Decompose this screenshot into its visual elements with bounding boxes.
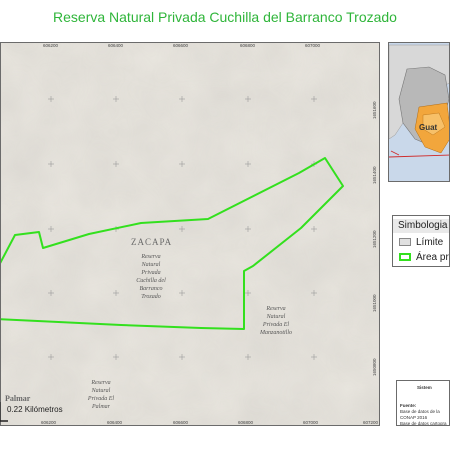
legend-swatch-area bbox=[399, 253, 411, 262]
scale-label: 0.22 Kilómetros bbox=[7, 405, 63, 414]
info-line-3: Base de datos cartogra bbox=[400, 421, 447, 426]
relief-map bbox=[1, 43, 379, 425]
y-tick-right-2: 1651400 bbox=[372, 166, 377, 184]
region-label-zacapa: ZACAPA bbox=[131, 237, 173, 247]
x-tick-bottom-4: 606800 bbox=[238, 420, 254, 425]
x-tick-top-5: 607000 bbox=[305, 43, 321, 48]
legend-label-area: Área pr bbox=[416, 252, 449, 263]
legend: Simbologia Límite Área pr bbox=[392, 215, 450, 267]
info-source-label: Fuente: bbox=[400, 403, 417, 408]
main-map[interactable]: 606200 606400 606600 606800 607000 60620… bbox=[0, 42, 380, 426]
x-tick-top-4: 606800 bbox=[240, 43, 256, 48]
legend-label-limite: Límite bbox=[416, 237, 444, 248]
x-tick-bottom-6: 607200 bbox=[363, 420, 379, 425]
y-tick-right-5: 1650800 bbox=[372, 358, 377, 376]
x-tick-bottom-5: 607000 bbox=[303, 420, 319, 425]
inset-locator-map[interactable]: Guat bbox=[388, 42, 450, 182]
info-line-2: CONAP 2016 bbox=[400, 415, 428, 420]
legend-item-area: Área pr bbox=[399, 252, 449, 264]
legend-swatch-limite bbox=[399, 238, 411, 247]
y-tick-right-3: 1651200 bbox=[372, 230, 377, 248]
x-tick-top-1: 606200 bbox=[43, 43, 59, 48]
scale-bar: 0.22 Kilómetros bbox=[0, 400, 70, 426]
reserve-label-palmar: Reserva Natural Privada El Palmar bbox=[87, 380, 115, 410]
legend-title: Simbologia bbox=[393, 219, 449, 233]
y-tick-right-1: 1651600 bbox=[372, 101, 377, 119]
x-tick-bottom-3: 606600 bbox=[173, 420, 189, 425]
map-title: Reserva Natural Privada Cuchilla del Bar… bbox=[53, 9, 397, 25]
info-box: Sistem Fuente: Base de datos de la CONAP… bbox=[396, 380, 450, 426]
inset-map-graphic bbox=[389, 43, 449, 181]
reserve-label-cuchilla: Reserva Natural Privada Cuchilla del Bar… bbox=[136, 254, 166, 300]
x-tick-top-3: 606600 bbox=[173, 43, 189, 48]
y-tick-right-4: 1651000 bbox=[372, 294, 377, 312]
reserve-label-manzanotillo: Reserva Natural Privada El Manzanotillo bbox=[259, 306, 292, 336]
inset-label: Guat bbox=[419, 123, 438, 132]
info-header: Sistem bbox=[417, 385, 432, 390]
relief-texture-2 bbox=[1, 43, 379, 425]
x-tick-bottom-2: 606400 bbox=[107, 420, 123, 425]
x-tick-top-2: 606400 bbox=[108, 43, 124, 48]
legend-item-limite: Límite bbox=[399, 237, 443, 249]
info-line-1: Base de datos de la bbox=[400, 409, 440, 414]
